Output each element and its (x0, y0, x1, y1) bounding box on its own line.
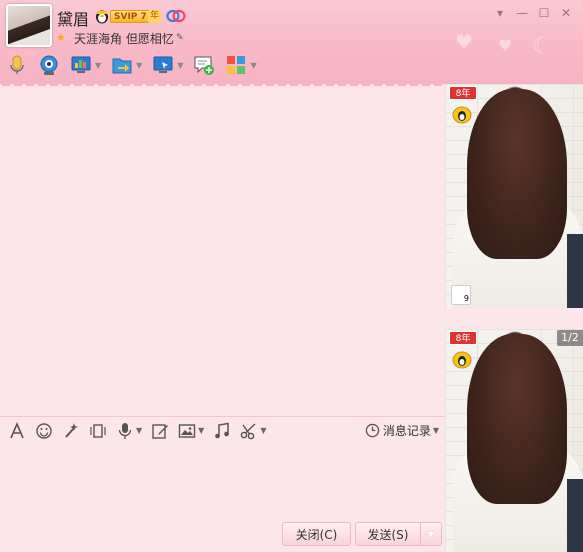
clock-icon (365, 423, 380, 438)
add-chat-icon (194, 56, 215, 75)
star-icon: ★ (56, 31, 66, 44)
chat-toolbar: ▼ ▼ ▼ ▼ (6, 50, 267, 80)
message-history-button[interactable]: 消息记录 ▼ (365, 422, 439, 439)
contact-photo[interactable]: 8年 (445, 329, 583, 552)
penguin-icon (452, 106, 472, 124)
magic-expression-button[interactable] (62, 422, 80, 440)
remote-desktop-caret-icon[interactable]: ▼ (177, 61, 183, 70)
contact-show-panel: 8年 9 8年 1/2 (445, 84, 583, 552)
microphone-icon (10, 55, 24, 74)
message-input-area[interactable] (0, 444, 445, 520)
close-button[interactable]: 关闭(C) (282, 522, 351, 546)
create-discussion-button[interactable] (193, 54, 215, 76)
image-caret-icon[interactable]: ▼ (198, 426, 204, 435)
screen-share-caret-icon[interactable]: ▼ (95, 61, 101, 70)
send-options-button[interactable]: ▼ (420, 522, 442, 546)
menu-caret-icon[interactable]: ▾ (489, 4, 511, 22)
magic-wand-icon (65, 422, 78, 438)
emoji-button[interactable] (35, 422, 53, 440)
friendship-link-icon[interactable] (166, 9, 186, 23)
minimize-icon[interactable]: — (511, 4, 533, 22)
history-caret-icon[interactable]: ▼ (433, 426, 439, 435)
message-history-label: 消息记录 (382, 424, 431, 438)
font-icon (10, 421, 24, 438)
scissors-icon (241, 422, 256, 439)
window-controls: ▾ — ☐ ✕ (489, 4, 577, 22)
apps-grid-icon (227, 56, 246, 74)
signature-edit-icon[interactable]: ✎ (176, 33, 186, 43)
heart-decoration-icon: ♥ (498, 36, 513, 55)
penguin-icon (96, 10, 108, 24)
message-display-area[interactable] (0, 86, 445, 415)
moon-decoration-icon: ☾ (532, 34, 552, 59)
folder-icon (112, 58, 132, 74)
doodle-button[interactable] (151, 422, 169, 440)
edit-icon (152, 423, 169, 439)
screen-share-button[interactable]: ▼ (70, 54, 101, 76)
heart-decoration-icon: ♥ (455, 30, 473, 54)
maximize-icon[interactable]: ☐ (533, 4, 555, 22)
personal-signature: 天涯海角 但愿相忆 (74, 32, 174, 46)
microphone-icon (118, 422, 132, 439)
remote-desktop-icon (153, 56, 173, 73)
input-toolbar: ▼ ▼ ▼ 消息记录 ▼ (0, 416, 445, 444)
file-transfer-caret-icon[interactable]: ▼ (136, 61, 142, 70)
smiley-icon (36, 422, 52, 439)
remote-desktop-button[interactable]: ▼ (152, 54, 183, 76)
avatar[interactable] (6, 4, 52, 47)
year-badge[interactable]: 年 (148, 10, 162, 23)
apps-button[interactable]: ▼ (225, 54, 257, 76)
music-button[interactable] (213, 422, 231, 440)
qq-age-badge: 8年 (449, 331, 477, 345)
photo-page-indicator: 1/2 (557, 330, 583, 346)
penguin-icon (452, 351, 472, 369)
send-image-button[interactable]: ▼ (178, 422, 204, 440)
send-button[interactable]: 发送(S) (355, 522, 420, 546)
apps-caret-icon[interactable]: ▼ (250, 61, 256, 70)
window-shake-button[interactable] (89, 422, 107, 440)
close-icon[interactable]: ✕ (555, 4, 577, 22)
image-icon (178, 423, 196, 438)
chevron-down-icon: ▼ (427, 529, 435, 539)
file-transfer-button[interactable]: ▼ (111, 54, 142, 76)
qq-age-badge: 8年 (449, 86, 477, 100)
screen-share-icon (71, 56, 91, 73)
sticker-icon: 9 (451, 285, 471, 305)
font-button[interactable] (8, 421, 26, 440)
voice-caret-icon[interactable]: ▼ (136, 426, 142, 435)
music-note-icon (215, 422, 230, 438)
voice-call-button[interactable] (6, 54, 28, 76)
svip-badge[interactable]: SVIP 7 (110, 10, 151, 23)
contact-photo[interactable]: 8年 9 (445, 84, 583, 308)
screenshot-button[interactable]: ▼ (240, 422, 266, 440)
voice-message-button[interactable]: ▼ (116, 422, 142, 440)
video-call-button[interactable] (38, 54, 60, 76)
chat-window-header: 黛眉 SVIP 7 年 ★ 天涯海角 但愿相忆 ✎ ♥ ♥ ☾ ▾ — ☐ ✕ (0, 0, 583, 90)
shake-window-icon (90, 423, 106, 438)
screenshot-caret-icon[interactable]: ▼ (260, 426, 266, 435)
contact-nickname[interactable]: 黛眉 (57, 6, 89, 30)
webcam-icon (40, 55, 58, 75)
